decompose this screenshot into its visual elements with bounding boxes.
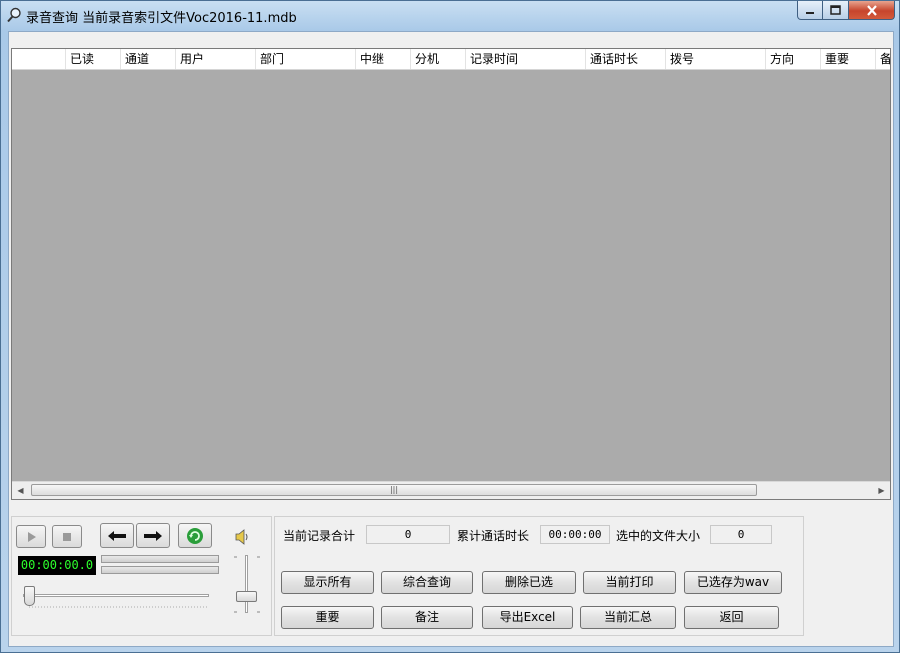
- horizontal-scrollbar[interactable]: ◀ ||| ▶: [12, 481, 890, 499]
- add-note-button[interactable]: 备注: [381, 606, 473, 629]
- stop-icon: [63, 532, 71, 541]
- player-panel: [11, 516, 272, 636]
- play-button[interactable]: [16, 525, 46, 548]
- play-icon: [28, 531, 36, 542]
- playback-time-display: 00:00:00.0: [18, 556, 96, 575]
- title-bar[interactable]: 录音查询 当前录音索引文件Voc2016-11.mdb: [1, 1, 899, 29]
- scroll-left-icon[interactable]: ◀: [12, 482, 29, 499]
- maximize-icon: [830, 5, 841, 15]
- delete-selected-button[interactable]: 删除已选: [482, 571, 576, 594]
- column-header-user[interactable]: 用户: [176, 49, 256, 69]
- column-header-extension[interactable]: 分机: [411, 49, 466, 69]
- arrow-right-icon: [144, 530, 162, 541]
- grid-header: 已读 通道 用户 部门 中继 分机 记录时间 通话时长 拨号 方向 重要 备注: [12, 49, 890, 70]
- close-icon: [866, 4, 877, 16]
- save-selected-wav-button[interactable]: 已选存为wav: [684, 571, 782, 594]
- column-header-channel[interactable]: 通道: [121, 49, 176, 69]
- client-area: 已读 通道 用户 部门 中继 分机 记录时间 通话时长 拨号 方向 重要 备注 …: [8, 31, 894, 647]
- column-header-direction[interactable]: 方向: [766, 49, 821, 69]
- refresh-icon: [187, 527, 203, 544]
- position-slider-thumb[interactable]: [24, 586, 35, 606]
- mark-important-button[interactable]: 重要: [281, 606, 374, 629]
- column-header-record-time[interactable]: 记录时间: [466, 49, 586, 69]
- previous-record-button[interactable]: [100, 523, 134, 548]
- summary-button[interactable]: 当前汇总: [580, 606, 676, 629]
- total-records-label: 当前记录合计: [283, 529, 356, 543]
- column-header-read[interactable]: 已读: [66, 49, 121, 69]
- grid-header-row-selector: [12, 49, 66, 69]
- back-button[interactable]: 返回: [684, 606, 779, 629]
- refresh-button[interactable]: [178, 523, 212, 548]
- selected-size-value: 0: [710, 525, 772, 544]
- minimize-button[interactable]: [797, 1, 823, 20]
- scroll-right-icon[interactable]: ▶: [873, 482, 890, 499]
- column-header-dialed[interactable]: 拨号: [666, 49, 766, 69]
- column-header-important[interactable]: 重要: [821, 49, 876, 69]
- stats-panel: 当前记录合计 0 累计通话时长 00:00:00 选中的文件大小 0 显示所有 …: [274, 516, 804, 636]
- position-ticks: [29, 606, 207, 608]
- total-duration-label: 累计通话时长: [457, 529, 530, 543]
- column-header-department[interactable]: 部门: [256, 49, 356, 69]
- scrollbar-thumb[interactable]: |||: [31, 484, 757, 496]
- records-grid[interactable]: 已读 通道 用户 部门 中继 分机 记录时间 通话时长 拨号 方向 重要 备注 …: [11, 48, 891, 500]
- level-meter-right: [101, 566, 219, 574]
- arrow-left-icon: [108, 530, 126, 541]
- level-meter-left: [101, 555, 219, 563]
- minimize-icon: [806, 12, 814, 14]
- stop-button[interactable]: [52, 525, 82, 548]
- position-track: [23, 594, 209, 597]
- volume-ticks: [234, 556, 260, 613]
- search-icon: [7, 7, 21, 23]
- column-header-note[interactable]: 备注: [876, 49, 890, 69]
- volume-icon: [235, 529, 248, 545]
- total-records-value: 0: [366, 525, 450, 544]
- maximize-button[interactable]: [823, 1, 849, 20]
- column-header-duration[interactable]: 通话时长: [586, 49, 666, 69]
- selected-size-label: 选中的文件大小: [616, 529, 701, 543]
- combo-query-button[interactable]: 综合查询: [381, 571, 473, 594]
- show-all-button[interactable]: 显示所有: [281, 571, 374, 594]
- total-duration-value: 00:00:00: [540, 525, 610, 544]
- next-record-button[interactable]: [136, 523, 170, 548]
- close-button[interactable]: [849, 1, 895, 20]
- app-window: 录音查询 当前录音索引文件Voc2016-11.mdb 已读 通道 用户 部门 …: [0, 0, 900, 653]
- window-title: 录音查询 当前录音索引文件Voc2016-11.mdb: [26, 11, 297, 26]
- column-header-trunk[interactable]: 中继: [356, 49, 411, 69]
- print-current-button[interactable]: 当前打印: [583, 571, 676, 594]
- export-excel-button[interactable]: 导出Excel: [482, 606, 573, 629]
